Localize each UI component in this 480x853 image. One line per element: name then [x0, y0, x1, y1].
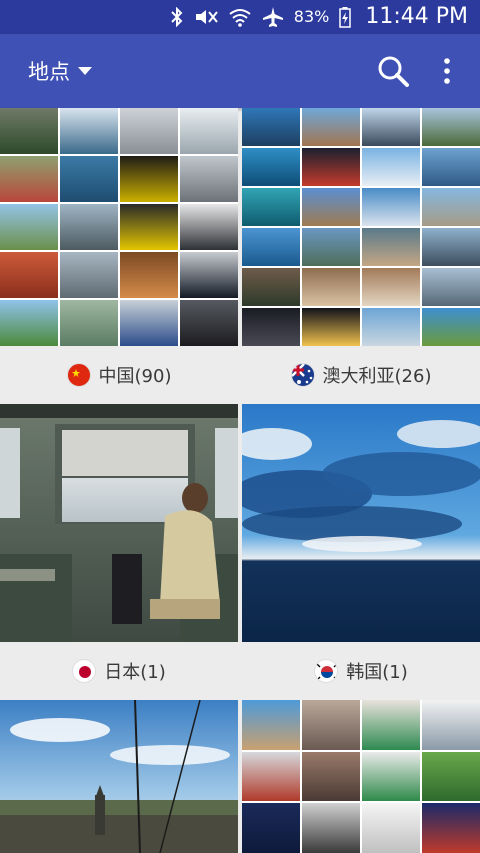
clock: 11:44 PM: [365, 4, 468, 29]
place-thumbnail-photo: [0, 404, 238, 642]
place-name: 中国(90): [98, 366, 172, 387]
dropdown-caret-icon: [78, 67, 92, 75]
place-name: 日本(1): [104, 662, 166, 683]
place-thumbnail-photo: [0, 700, 238, 853]
place-name: 韩国(1): [346, 662, 408, 683]
china-flag-icon: [66, 363, 91, 387]
search-button[interactable]: [376, 54, 410, 88]
korea-flag-icon: [314, 659, 339, 683]
place-name: 澳大利亚(26): [322, 366, 432, 387]
japan-flag-icon: [72, 659, 97, 683]
australia-flag-icon: [290, 363, 315, 387]
place-card-china[interactable]: 中国(90): [0, 108, 238, 404]
place-label: 中国(90): [0, 346, 238, 404]
location-dropdown[interactable]: 地点: [28, 56, 92, 86]
status-bar: 83% 11:44 PM: [0, 0, 480, 34]
more-vert-icon: [444, 58, 450, 84]
mute-icon: [194, 7, 218, 27]
place-label: 韩国(1): [242, 642, 480, 700]
battery-percent: 83%: [293, 7, 330, 26]
place-card-korea[interactable]: 韩国(1): [242, 404, 480, 700]
place-card-japan[interactable]: 日本(1): [0, 404, 238, 700]
airplane-mode-icon: [262, 6, 284, 28]
place-card-australia[interactable]: 澳大利亚(26): [242, 108, 480, 404]
place-card-6[interactable]: [242, 700, 480, 853]
bluetooth-icon: [170, 6, 184, 27]
search-icon: [378, 56, 409, 87]
page-title: 地点: [28, 60, 70, 84]
battery-charging-icon: [339, 6, 352, 28]
place-thumbnail-collage: [0, 108, 238, 346]
place-card-5[interactable]: [0, 700, 238, 853]
place-label: 澳大利亚(26): [242, 346, 480, 404]
app-bar: 地点: [0, 34, 480, 108]
status-icons: 83% 11:44 PM: [170, 4, 468, 29]
place-thumbnail-collage: [242, 700, 480, 853]
more-options-button[interactable]: [436, 56, 458, 86]
wifi-icon: [228, 7, 252, 27]
place-thumbnail-photo: [242, 404, 480, 642]
place-label: 日本(1): [0, 642, 238, 700]
place-thumbnail-collage: [242, 108, 480, 346]
